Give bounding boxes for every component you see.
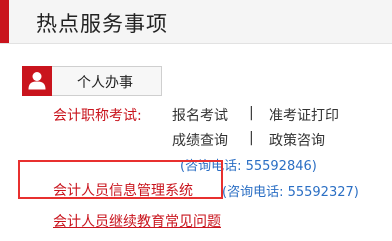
policy-consult-link[interactable]: 政策咨询	[269, 130, 325, 150]
header-accent-bar	[0, 0, 9, 43]
info-system-link[interactable]: 会计人员信息管理系统	[53, 180, 193, 200]
exam-label: 会计职称考试:	[53, 108, 142, 124]
score-query-link[interactable]: 成绩查询	[172, 130, 228, 150]
register-exam-link[interactable]: 报名考试	[172, 105, 228, 125]
section-tab-personal[interactable]: 个人办事	[22, 66, 162, 96]
link-separator: |	[249, 130, 254, 146]
section-label: 个人办事	[77, 75, 133, 91]
link-separator: |	[249, 105, 254, 121]
faq-link[interactable]: 会计人员继续教育常见问题	[53, 211, 221, 231]
header-bar: 热点服务事项	[0, 0, 392, 44]
admission-ticket-link[interactable]: 准考证打印	[269, 105, 339, 125]
user-icon	[22, 66, 52, 96]
page-title: 热点服务事项	[36, 12, 168, 36]
info-system-phone: (咨询电话: 55592327)	[222, 185, 359, 200]
